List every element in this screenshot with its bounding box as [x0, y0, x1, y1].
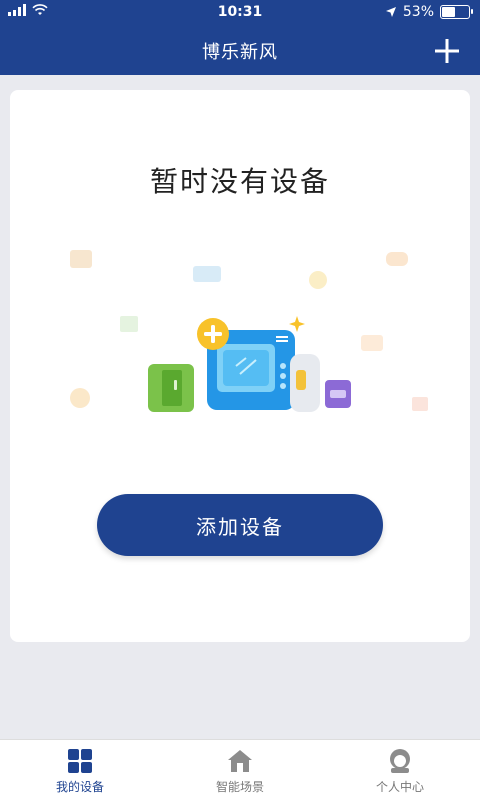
battery-percent: 53% [402, 4, 434, 20]
user-icon [390, 749, 410, 773]
grid-icon [68, 749, 92, 773]
add-device-main-button[interactable]: 添加设备 [97, 494, 383, 556]
faint-box-right-icon [412, 397, 428, 411]
tab-my-devices[interactable]: 我的设备 [0, 740, 160, 800]
status-bar: 10:31 53% [0, 0, 480, 26]
empty-state-title: 暂时没有设备 [149, 165, 330, 198]
status-right: 53% [385, 4, 473, 20]
tab-personal-center[interactable]: 个人中心 [320, 740, 480, 800]
sparkle-icon [289, 316, 305, 332]
tab-label: 我的设备 [55, 780, 104, 794]
tab-label: 个人中心 [375, 780, 424, 794]
faint-box-icon [70, 250, 92, 268]
faint-bulb-icon [309, 271, 327, 289]
plus-icon [435, 39, 459, 63]
faint-ball-icon [70, 388, 90, 408]
bottom-tab-bar: 我的设备 智能场景 个人中心 [0, 739, 480, 800]
page-title: 博乐新风 [202, 42, 278, 63]
top-header: 10:31 53% 博乐新风 [0, 0, 480, 75]
faint-router-icon [193, 266, 221, 282]
tab-label: 智能场景 [215, 780, 264, 794]
empty-state-card: 暂时没有设备 添加设备 [10, 90, 470, 642]
faint-cloud-icon [386, 252, 408, 266]
add-device-button[interactable] [430, 34, 464, 68]
battery-fill [442, 7, 455, 17]
battery-icon [440, 5, 473, 19]
tab-smart-scene[interactable]: 智能场景 [160, 740, 320, 800]
location-arrow-icon [385, 7, 396, 17]
home-icon [228, 750, 252, 772]
faint-tv-icon [361, 335, 383, 351]
faint-cube-icon [120, 316, 138, 332]
